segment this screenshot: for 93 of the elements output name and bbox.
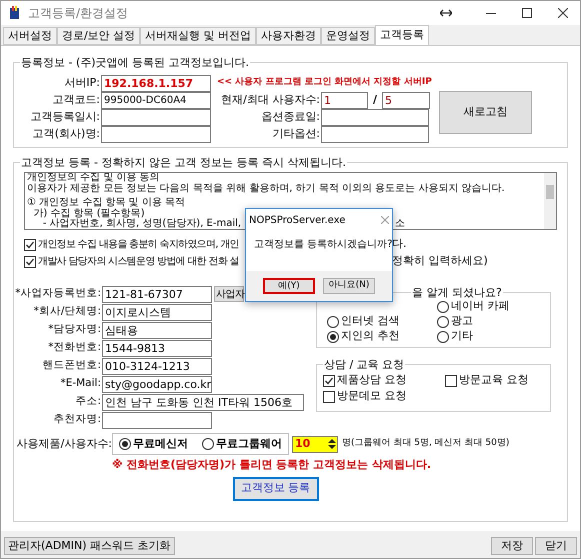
checkbox[interactable] [323, 374, 335, 386]
option-label: 지인의 추천 [341, 328, 400, 344]
tab[interactable]: 서버재실행 및 버전업 [140, 27, 256, 45]
field-label: 옵션종료일: [260, 108, 321, 125]
field-label: *전화번호: [47, 340, 102, 356]
password-reset-button[interactable]: 관리자(ADMIN) 패스워드 초기화 [4, 537, 175, 555]
minimize-icon[interactable] [486, 12, 496, 14]
register-button[interactable]: 고객정보 등록 [232, 476, 318, 500]
field-label: 고객등록일시: [29, 108, 101, 125]
checkbox[interactable] [24, 256, 36, 268]
dialog-button[interactable]: 예(Y) [263, 278, 315, 294]
option-label: 네이버 카페 [451, 298, 510, 314]
text-line: 소 [395, 219, 405, 229]
tab[interactable]: 고객등록 [375, 25, 430, 45]
field-label: 현재/최대 사용자수: [220, 92, 321, 108]
radio-button[interactable] [437, 316, 449, 328]
input-field[interactable]: 이지로시스템 [102, 304, 212, 320]
field-label: *담당자명: [47, 322, 102, 338]
input-field[interactable] [102, 412, 212, 428]
input-field[interactable]: 192.168.1.157 [101, 74, 211, 92]
field-label: 핸드폰번호: [41, 358, 102, 374]
option-label: 광고 [451, 313, 473, 330]
option-label: 무료그룹웨어 [216, 436, 282, 452]
input-field[interactable]: 1544-9813 [102, 340, 212, 356]
close-button[interactable]: 닫기 [535, 537, 577, 555]
close-icon[interactable] [558, 8, 568, 18]
option-label: 인터넷 검색 [341, 313, 400, 330]
field-label: 고객(회사)명: [32, 126, 101, 142]
input-field[interactable] [101, 108, 211, 126]
tab[interactable]: 운영설정 [321, 27, 376, 45]
tab[interactable]: 서버설정 [3, 27, 57, 45]
field-label: 주소: [74, 394, 102, 410]
dialog-button[interactable]: 아니요(N) [323, 278, 375, 294]
hint-text: << 사용자 프로그램 로그인 화면에서 지정할 서버IP [217, 76, 432, 90]
input-field[interactable] [321, 108, 429, 126]
input-field[interactable] [321, 126, 429, 142]
dialog-title: NOPSProServer.exe [249, 214, 346, 228]
tab[interactable]: 경로/보안 설정 [57, 27, 140, 45]
tab[interactable]: 사용자환경 [256, 27, 322, 45]
scrollbar[interactable] [544, 173, 556, 229]
checkbox[interactable] [323, 390, 335, 402]
save-button[interactable]: 저장 [491, 537, 533, 555]
field-label: 서버IP: [63, 74, 101, 91]
option-label: 제품상담 요청 [337, 372, 406, 388]
radio-button[interactable] [202, 438, 214, 450]
field-label: 사용제품/사용자수: [16, 436, 112, 452]
user-count-spinner[interactable]: 10 [292, 436, 338, 452]
app-icon [9, 6, 20, 20]
input-field[interactable]: 010-3124-1213 [102, 358, 212, 374]
checkbox-label: 다. [392, 236, 406, 252]
text-line: 가) 수집 항목 (필수항목) [32, 208, 145, 218]
refresh-button[interactable]: 새로고침 [439, 91, 532, 134]
input-field[interactable]: 995000-DC60A4 [101, 92, 211, 108]
field-label: *사업자등록번호: [14, 286, 102, 302]
radio-button[interactable] [327, 316, 339, 328]
field-label: 기타옵션: [271, 126, 321, 142]
field-label: 고객코드: [51, 92, 101, 108]
checkbox-label: 정확히 입력하세요) [392, 253, 488, 270]
warning-text: ※ 전화번호(담당자명)가 틀리면 등록한 고객정보는 삭제됩니다. [112, 457, 432, 473]
field-label: *회사/단체명: [32, 304, 102, 320]
checkbox[interactable] [445, 374, 457, 386]
input-field[interactable]: 121-81-67307 [102, 286, 212, 302]
radio-button[interactable] [327, 330, 339, 342]
checkbox-label: 개인정보 수집 내용을 충분히 숙지하였으며, 개인 [38, 238, 238, 252]
hint-text: 명(그룹웨어 최대 5명, 메신저 최대 50명) [342, 437, 510, 450]
spinner-value: 10 [295, 436, 310, 452]
input-field[interactable]: 1 [321, 92, 368, 108]
input-field[interactable]: 5 [382, 92, 430, 108]
radio-button[interactable] [437, 300, 449, 312]
option-label: 기타 [451, 328, 473, 344]
field-label: 추천자명: [52, 412, 102, 428]
checkbox[interactable] [24, 238, 36, 250]
text-line: 이용자가 제공한 모든 정보는 다음의 목적을 위해 활용하며, 하기 목적 이외의 용도로는 사용되지 않습니다. [27, 184, 505, 194]
group-legend: 을 알게 되셨나요? [411, 286, 503, 299]
option-label: 무료메신저 [133, 436, 188, 452]
input-field[interactable] [101, 126, 211, 142]
text-line: ① 개인정보 수집 항목 및 이용 목적 [27, 198, 186, 208]
resize-arrow-icon [440, 9, 452, 17]
field-label: *E-Mail: [59, 376, 102, 392]
window-title: 고객등록/환경설정 [28, 5, 128, 22]
checkbox-label: 개발사 담당자의 시스템운영 방법에 대한 전화 설 [38, 255, 238, 269]
radio-button[interactable] [119, 438, 131, 450]
dialog-message: 고객정보를 등록하시겠습니까? [253, 238, 392, 252]
business-lookup-button[interactable]: 사업자 [214, 286, 244, 302]
input-field[interactable]: sty@goodapp.co.kr [102, 376, 212, 392]
separator-text: / [373, 92, 378, 108]
option-label: 방문데모 요청 [337, 388, 406, 404]
radio-button[interactable] [437, 330, 449, 342]
maximize-icon[interactable] [522, 8, 532, 18]
input-field[interactable]: 인천 남구 도화동 인천 IT타워 1506호 [102, 394, 304, 410]
option-label: 방문교육 요청 [459, 372, 528, 388]
spinner-arrows-icon[interactable] [328, 438, 336, 450]
input-field[interactable]: 심태용 [102, 322, 212, 338]
